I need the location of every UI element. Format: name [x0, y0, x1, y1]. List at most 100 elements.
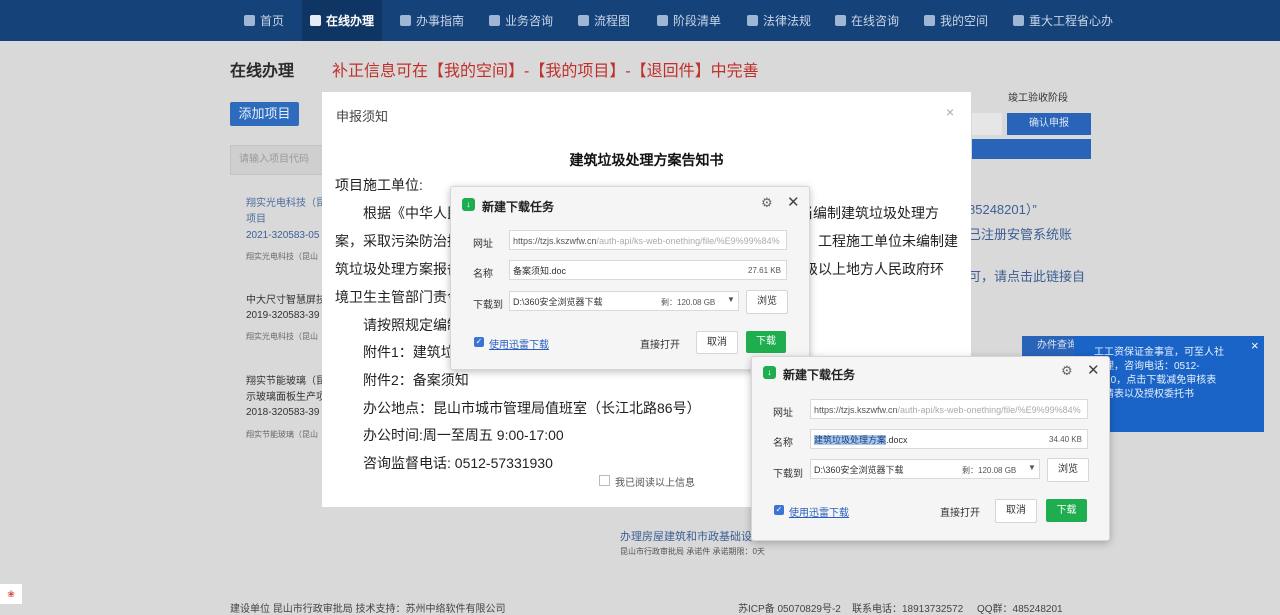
- cancel-button[interactable]: 取消: [696, 331, 738, 354]
- name-label: 名称: [473, 269, 493, 280]
- project-name-cont[interactable]: 示玻璃面板生产项: [246, 388, 326, 403]
- nav-online[interactable]: 在线办理: [302, 0, 383, 41]
- dialog-title: 新建下载任务: [482, 200, 555, 214]
- nav-chat[interactable]: 在线咨询: [835, 0, 899, 41]
- nav-law[interactable]: 法律法规: [747, 0, 811, 41]
- nav-space[interactable]: 我的空间: [924, 0, 988, 41]
- project-search-input[interactable]: 请输入项目代码: [230, 145, 330, 175]
- url-field[interactable]: https://tzjs.kszwfw.cn/auth-api/ks-web-o…: [810, 399, 1088, 419]
- read-confirm-checkbox[interactable]: [599, 475, 610, 486]
- compass-icon: [400, 15, 411, 26]
- dialog-title: 新建下载任务: [783, 368, 856, 382]
- page-title: 在线办理: [230, 63, 295, 80]
- use-xunlei-link[interactable]: 使用迅雷下载: [489, 336, 549, 351]
- settings-icon[interactable]: ⚙: [761, 195, 773, 211]
- footer-phone: 联系电话：18913732572: [852, 604, 964, 615]
- attachment-2[interactable]: 附件2：备案须知: [363, 370, 469, 390]
- body-line: 工程施工单位未编制建: [818, 233, 958, 249]
- right-text-link[interactable]: 可，请点击此链接自: [968, 266, 1085, 285]
- nav-label: 流程图: [594, 14, 631, 28]
- open-directly-button[interactable]: 直接打开: [640, 336, 680, 351]
- browse-button[interactable]: 浏览: [746, 290, 788, 314]
- free-space: 剩：120.08 GB: [661, 298, 716, 307]
- chevron-down-icon[interactable]: ▼: [727, 295, 735, 304]
- nav-guide[interactable]: 办事指南: [400, 0, 464, 41]
- chat-icon: [835, 15, 846, 26]
- browse-button[interactable]: 浏览: [1047, 458, 1089, 482]
- right-text: 85248201）”: [968, 202, 1037, 217]
- filename-field[interactable]: 建筑垃圾处理方案.docx: [810, 429, 1088, 449]
- nav-home[interactable]: 首页: [244, 0, 284, 41]
- nav-label: 法律法规: [763, 14, 812, 28]
- flag-icon: [1013, 15, 1024, 26]
- nav-label: 业务咨询: [505, 14, 554, 28]
- project-name[interactable]: 翔实光电科技（昆: [246, 194, 326, 209]
- footer-icp[interactable]: 苏ICP备 05070829号-2: [738, 600, 841, 615]
- chevron-down-icon[interactable]: ▼: [1028, 463, 1036, 472]
- nav-label: 在线办理: [326, 14, 375, 28]
- project-company: 翔实光电科技（昆山: [246, 332, 318, 341]
- notice-text: 补正信息可在【我的空间】-【我的项目】-【退回件】中完善: [332, 63, 759, 80]
- cancel-button[interactable]: 取消: [995, 499, 1037, 523]
- side-notice-line: 办理，咨询电话：0512-: [1094, 361, 1200, 372]
- url-field[interactable]: https://tzjs.kszwfw.cn/auth-api/ks-web-o…: [509, 230, 787, 250]
- body-line: 根据《中华人民: [363, 205, 461, 221]
- url-host: https://tzjs.kszwfw.cn: [513, 236, 597, 246]
- nav-stage[interactable]: 阶段清单: [657, 0, 721, 41]
- project-name-cont[interactable]: 项目: [246, 210, 266, 225]
- nav-label: 阶段清单: [673, 14, 722, 28]
- office-hours: 办公时间:周一至周五 9:00-17:00: [363, 427, 564, 443]
- stage-label: 竣工验收阶段: [1008, 93, 1068, 104]
- url-label: 网址: [773, 408, 793, 419]
- read-confirm-label: 我已阅读以上信息: [615, 478, 695, 489]
- close-icon[interactable]: ×: [1251, 338, 1259, 353]
- url-host: https://tzjs.kszwfw.cn: [814, 405, 898, 415]
- add-project-button[interactable]: 添加项目: [230, 102, 299, 126]
- stage-input[interactable]: [972, 113, 1002, 135]
- nav-consult[interactable]: 业务咨询: [489, 0, 553, 41]
- flowchart-icon: [578, 15, 589, 26]
- download-button[interactable]: 下载: [1046, 499, 1087, 522]
- project-code: 2018-320583-39: [246, 407, 320, 418]
- attachment-1[interactable]: 附件1：建筑垃: [363, 342, 455, 362]
- supervision-phone: 咨询监督电话: 0512-57331930: [363, 455, 553, 471]
- filename-extension: .docx: [886, 435, 908, 445]
- nav-flow[interactable]: 流程图: [578, 0, 630, 41]
- url-label: 网址: [473, 239, 493, 250]
- download-button[interactable]: 下载: [746, 331, 786, 353]
- close-icon[interactable]: ✕: [1087, 361, 1100, 379]
- use-xunlei-checkbox[interactable]: ✓: [774, 505, 784, 515]
- nav-label: 在线咨询: [851, 14, 900, 28]
- project-name[interactable]: 中大尺寸智慧屏技: [246, 291, 326, 306]
- nav-label: 重大工程省心办: [1029, 14, 1114, 28]
- open-directly-button[interactable]: 直接打开: [940, 504, 980, 519]
- filename-field[interactable]: 备案须知.doc: [509, 260, 787, 280]
- project-name[interactable]: 翔实节能玻璃（昆: [246, 372, 326, 387]
- file-size: 34.40 KB: [1049, 435, 1082, 444]
- nav-label: 我的空间: [940, 14, 989, 28]
- file-size: 27.61 KB: [748, 266, 781, 275]
- settings-icon[interactable]: ⚙: [1061, 363, 1073, 379]
- close-icon[interactable]: ×: [946, 104, 954, 120]
- side-notice-line: 申请表以及授权委托书: [1094, 389, 1194, 400]
- project-company: 翔实节能玻璃（昆山: [246, 430, 318, 439]
- browser-logo-icon: ❀: [0, 584, 22, 604]
- nav-major[interactable]: 重大工程省心办: [1013, 0, 1113, 41]
- save-to-label: 下载到: [473, 300, 503, 311]
- home-icon: [244, 15, 255, 26]
- use-xunlei-link[interactable]: 使用迅雷下载: [789, 504, 849, 519]
- body-line: 当编制建筑垃圾处理方: [799, 205, 939, 221]
- save-path-text: D:\360安全浏览器下载: [513, 297, 603, 307]
- bottom-item-link[interactable]: 办理房屋建筑和市政基础设: [620, 528, 752, 544]
- close-icon[interactable]: ✕: [787, 193, 800, 211]
- xunlei-logo-icon: ↓: [462, 198, 475, 211]
- confirm-declare-button[interactable]: 确认申报: [1007, 113, 1091, 135]
- footer-qq: QQ群：485248201: [977, 604, 1063, 615]
- use-xunlei-checkbox[interactable]: ✓: [474, 337, 484, 347]
- modal-title: 申报须知: [336, 109, 389, 124]
- side-notice-link[interactable]: 4710，点击下载减免审核表: [1094, 374, 1258, 388]
- filename-selected-text: 建筑垃圾处理方案: [814, 435, 887, 445]
- nav-label: 办事指南: [416, 14, 465, 28]
- body-line: 级以上地方人民政府环: [804, 261, 944, 277]
- right-text: 已注册安管系统账: [968, 227, 1073, 242]
